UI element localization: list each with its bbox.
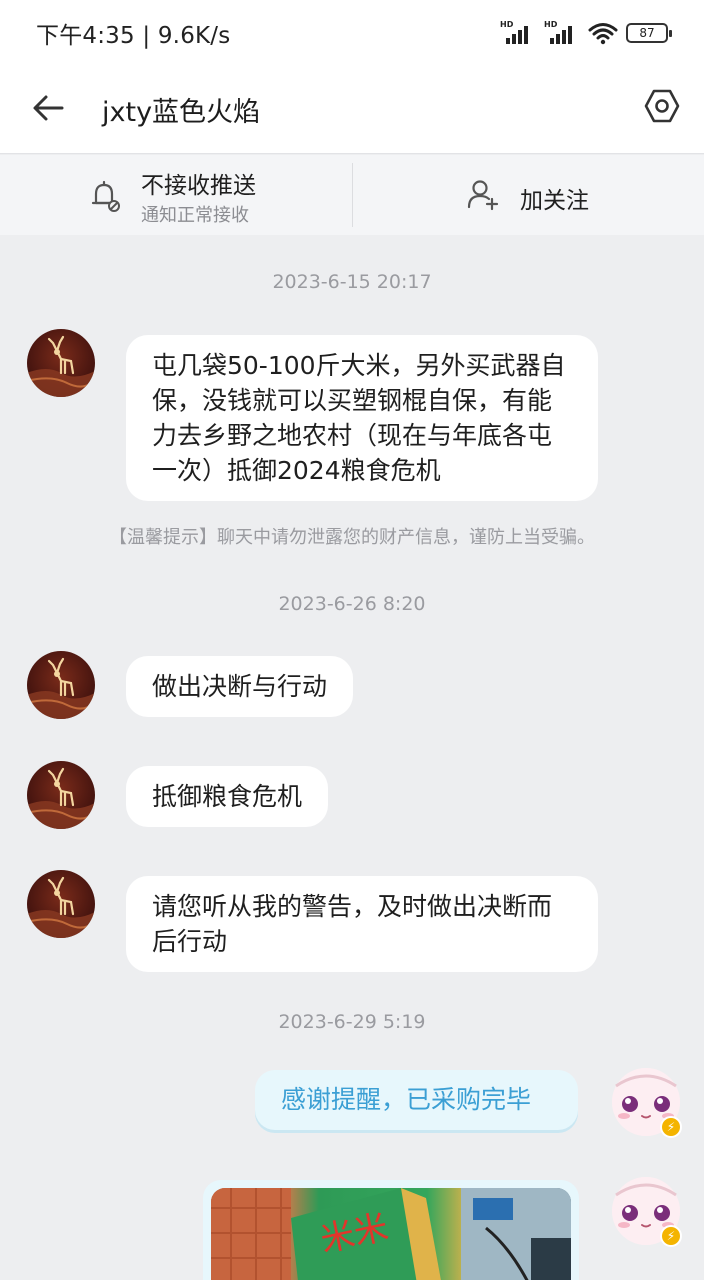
wifi-icon [588, 23, 618, 45]
deer-avatar-icon [27, 767, 95, 829]
contact-avatar[interactable] [27, 651, 95, 719]
back-button[interactable] [28, 88, 68, 128]
add-user-icon [467, 180, 499, 211]
rice-bag-photo: 米米 [211, 1188, 571, 1280]
settings-button[interactable] [642, 86, 682, 126]
my-avatar[interactable]: ⚡ [612, 1068, 682, 1138]
deer-avatar-icon [27, 335, 95, 397]
clock: 下午4:35 [36, 23, 135, 49]
timestamp: 2023-6-29 5:19 [278, 1011, 426, 1033]
push-title: 不接收推送 [141, 173, 256, 199]
outgoing-message[interactable]: 感谢提醒，已采购完毕 [255, 1070, 578, 1130]
follow-label: 加关注 [520, 188, 589, 214]
title-bar: jxty蓝色火焰 [0, 66, 704, 154]
push-setting-button[interactable]: 不接收推送 通知正常接收 [0, 155, 352, 235]
status-time: 下午4:35 | 9.6K/s [36, 16, 230, 50]
timestamp: 2023-6-26 8:20 [278, 593, 426, 615]
chat-title: jxty蓝色火焰 [102, 97, 261, 128]
contact-avatar[interactable] [27, 870, 95, 938]
vip-badge-icon: ⚡ [660, 1116, 682, 1138]
signal-icon: HD [544, 20, 580, 46]
status-icons: HD HD 87 [500, 18, 672, 48]
deer-avatar-icon [27, 876, 95, 938]
battery-level: 87 [639, 26, 655, 40]
incoming-message[interactable]: 做出决断与行动 [126, 656, 354, 717]
safety-hint: 【温馨提示】聊天中请勿泄露您的财产信息，谨防上当受骗。 [109, 527, 595, 548]
incoming-message[interactable]: 抵御粮食危机 [126, 766, 329, 827]
network-speed: 9.6K/s [157, 23, 231, 49]
incoming-message[interactable]: 请您听从我的警告，及时做出决断而后行动 [126, 876, 598, 972]
action-bar: 不接收推送 通知正常接收 加关注 [0, 155, 704, 235]
image-message[interactable]: 米米 [203, 1180, 579, 1280]
signal-icon: HD [500, 20, 536, 46]
contact-avatar[interactable] [27, 761, 95, 829]
battery-icon: 87 [626, 23, 672, 43]
deer-avatar-icon [27, 657, 95, 719]
chat-screen: 下午4:35 | 9.6K/s HD HD 87 jxty蓝色火焰 不接收推送 … [0, 0, 704, 1280]
status-bar: 下午4:35 | 9.6K/s HD HD 87 [0, 0, 704, 66]
bell-off-icon [91, 180, 120, 212]
vip-badge-icon: ⚡ [660, 1225, 682, 1247]
status-separator: | [142, 23, 158, 49]
contact-avatar[interactable] [27, 329, 95, 397]
timestamp: 2023-6-15 20:17 [272, 271, 432, 293]
follow-button[interactable]: 加关注 [353, 155, 704, 235]
incoming-message[interactable]: 屯几袋50-100斤大米，另外买武器自保，没钱就可以买塑钢棍自保，有能力去乡野之… [126, 335, 598, 501]
arrow-left-icon [33, 95, 64, 121]
rice-bag-illustration: 米米 [211, 1188, 571, 1280]
hexagon-gear-icon [644, 89, 680, 123]
my-avatar[interactable]: ⚡ [612, 1177, 682, 1247]
push-subtitle: 通知正常接收 [141, 205, 249, 226]
